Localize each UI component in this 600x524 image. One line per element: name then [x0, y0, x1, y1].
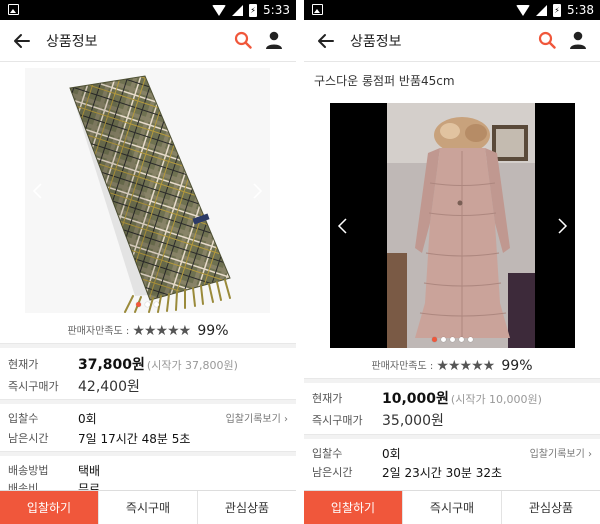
bottom-action-bar: 입찰하기 즉시구매 관심상품: [0, 490, 296, 524]
bid-button[interactable]: 입찰하기: [304, 491, 402, 524]
bid-button[interactable]: 입찰하기: [0, 491, 98, 524]
screen-gap: [296, 0, 304, 524]
watch-button[interactable]: 관심상품: [501, 491, 600, 524]
pagination-dot[interactable]: [145, 302, 150, 307]
buy-now-button[interactable]: 즉시구매: [98, 491, 197, 524]
current-price-label: 현재가: [8, 358, 39, 371]
product-image-padded-coat: [330, 103, 575, 348]
back-arrow-icon[interactable]: [314, 30, 336, 52]
current-price-label: 현재가: [312, 392, 343, 405]
chevron-right-icon[interactable]: [252, 182, 264, 200]
status-clock: 5:38: [567, 3, 594, 17]
time-left: 7일 17시간 48분 5초: [78, 432, 191, 446]
phone-screen-left: ⚡ 5:33 상품정보 판매자만족도: ★★★★★ 99% 현재가 37,80…: [0, 0, 296, 524]
seller-rating: 판매자만족도 : ★★★★★ 99%: [0, 322, 296, 339]
time-left-row: 남은시간 7일 17시간 48분 5초: [8, 428, 288, 448]
shipping-method: 택배: [78, 464, 101, 478]
bid-count: 0회: [78, 412, 97, 426]
page-title: 상품정보: [350, 34, 402, 50]
search-icon[interactable]: [234, 31, 252, 49]
seller-rating: 판매자만족도 : ★★★★★ 99%: [304, 357, 600, 374]
time-left-label: 남은시간: [8, 432, 49, 445]
signal-icon: [232, 4, 244, 16]
app-bar: 상품정보: [0, 20, 296, 62]
bid-count-row: 입찰수 0회 입찰기록보기 ›: [8, 408, 288, 428]
buy-now-price: 42,400원: [78, 379, 140, 395]
gallery-pagination: [330, 337, 575, 342]
pagination-dot[interactable]: [154, 302, 159, 307]
current-price: 10,000원 (시작가 10,000원): [382, 391, 542, 407]
buy-now-price-label: 즉시구매가: [312, 414, 363, 427]
seller-rating-label: 판매자만족도 :: [67, 326, 130, 337]
gallery-pagination: [25, 302, 270, 307]
pagination-dot[interactable]: [468, 337, 473, 342]
bid-count-row: 입찰수 0회 입찰기록보기 ›: [312, 443, 592, 463]
signal-icon: [536, 4, 548, 16]
rating-percent: 99%: [501, 358, 533, 374]
pagination-dot[interactable]: [432, 337, 437, 342]
watch-button[interactable]: 관심상품: [197, 491, 296, 524]
seller-rating-label: 판매자만족도 :: [371, 361, 434, 372]
product-name: 구스다운 롱점퍼 반품45cm: [314, 74, 455, 88]
buy-now-price-row: 즉시구매가 42,400원: [8, 376, 288, 396]
start-price: (시작가 37,800원): [146, 359, 238, 372]
divider: [0, 451, 296, 456]
star-icon: ★★★★★: [132, 323, 191, 339]
buy-now-price-row: 즉시구매가 35,000원: [312, 410, 592, 430]
image-notification-icon: [312, 4, 323, 15]
current-price-row: 현재가 10,000원 (시작가 10,000원): [312, 388, 592, 408]
user-icon[interactable]: [264, 30, 284, 50]
bottom-action-bar: 입찰하기 즉시구매 관심상품: [304, 490, 600, 524]
rating-percent: 99%: [197, 323, 229, 339]
status-bar: ⚡ 5:38: [304, 0, 600, 20]
pagination-dot[interactable]: [136, 302, 141, 307]
battery-icon: ⚡: [553, 3, 562, 17]
time-left-label: 남은시간: [312, 466, 353, 479]
bid-history-link[interactable]: 입찰기록보기 ›: [226, 410, 288, 425]
app-bar: 상품정보: [304, 20, 600, 62]
star-icon: ★★★★★: [436, 358, 495, 374]
wifi-icon: [212, 4, 227, 16]
status-bar: ⚡ 5:33: [0, 0, 296, 20]
shipping-method-label: 배송방법: [8, 464, 49, 477]
time-left: 2일 23시간 30분 32초: [382, 466, 503, 480]
page-title: 상품정보: [46, 34, 98, 50]
time-left-row: 남은시간 2일 23시간 30분 32초: [312, 462, 592, 482]
divider: [0, 399, 296, 404]
pagination-dot[interactable]: [450, 337, 455, 342]
search-icon[interactable]: [538, 31, 556, 49]
bid-count: 0회: [382, 447, 401, 461]
buy-now-button[interactable]: 즉시구매: [402, 491, 501, 524]
chevron-right-icon[interactable]: [557, 217, 569, 235]
user-icon[interactable]: [568, 30, 588, 50]
bid-count-label: 입찰수: [8, 412, 39, 425]
product-image-gallery[interactable]: [330, 103, 575, 348]
bid-count-label: 입찰수: [312, 447, 343, 460]
status-clock: 5:33: [263, 3, 290, 17]
shipping-method-row: 배송방법 택배: [8, 460, 288, 480]
chevron-left-icon[interactable]: [336, 217, 348, 235]
buy-now-price: 35,000원: [382, 413, 444, 429]
battery-icon: ⚡: [249, 3, 258, 17]
back-arrow-icon[interactable]: [10, 30, 32, 52]
divider: [304, 434, 600, 439]
pagination-dot[interactable]: [441, 337, 446, 342]
divider: [0, 343, 296, 348]
wifi-icon: [516, 4, 531, 16]
divider: [304, 378, 600, 383]
current-price: 37,800원 (시작가 37,800원): [78, 357, 238, 373]
start-price: (시작가 10,000원): [450, 393, 542, 406]
phone-screen-right: ⚡ 5:38 상품정보 구스다운 롱점퍼 반품45cm 판매자만족도: ★★★…: [304, 0, 600, 524]
chevron-left-icon[interactable]: [31, 182, 43, 200]
current-price-row: 현재가 37,800원 (시작가 37,800원): [8, 354, 288, 374]
bid-history-link[interactable]: 입찰기록보기 ›: [530, 445, 592, 460]
pagination-dot[interactable]: [459, 337, 464, 342]
image-notification-icon: [8, 4, 19, 15]
buy-now-price-label: 즉시구매가: [8, 380, 59, 393]
product-image-gallery[interactable]: [25, 68, 270, 313]
product-image-scarf: [69, 75, 231, 313]
